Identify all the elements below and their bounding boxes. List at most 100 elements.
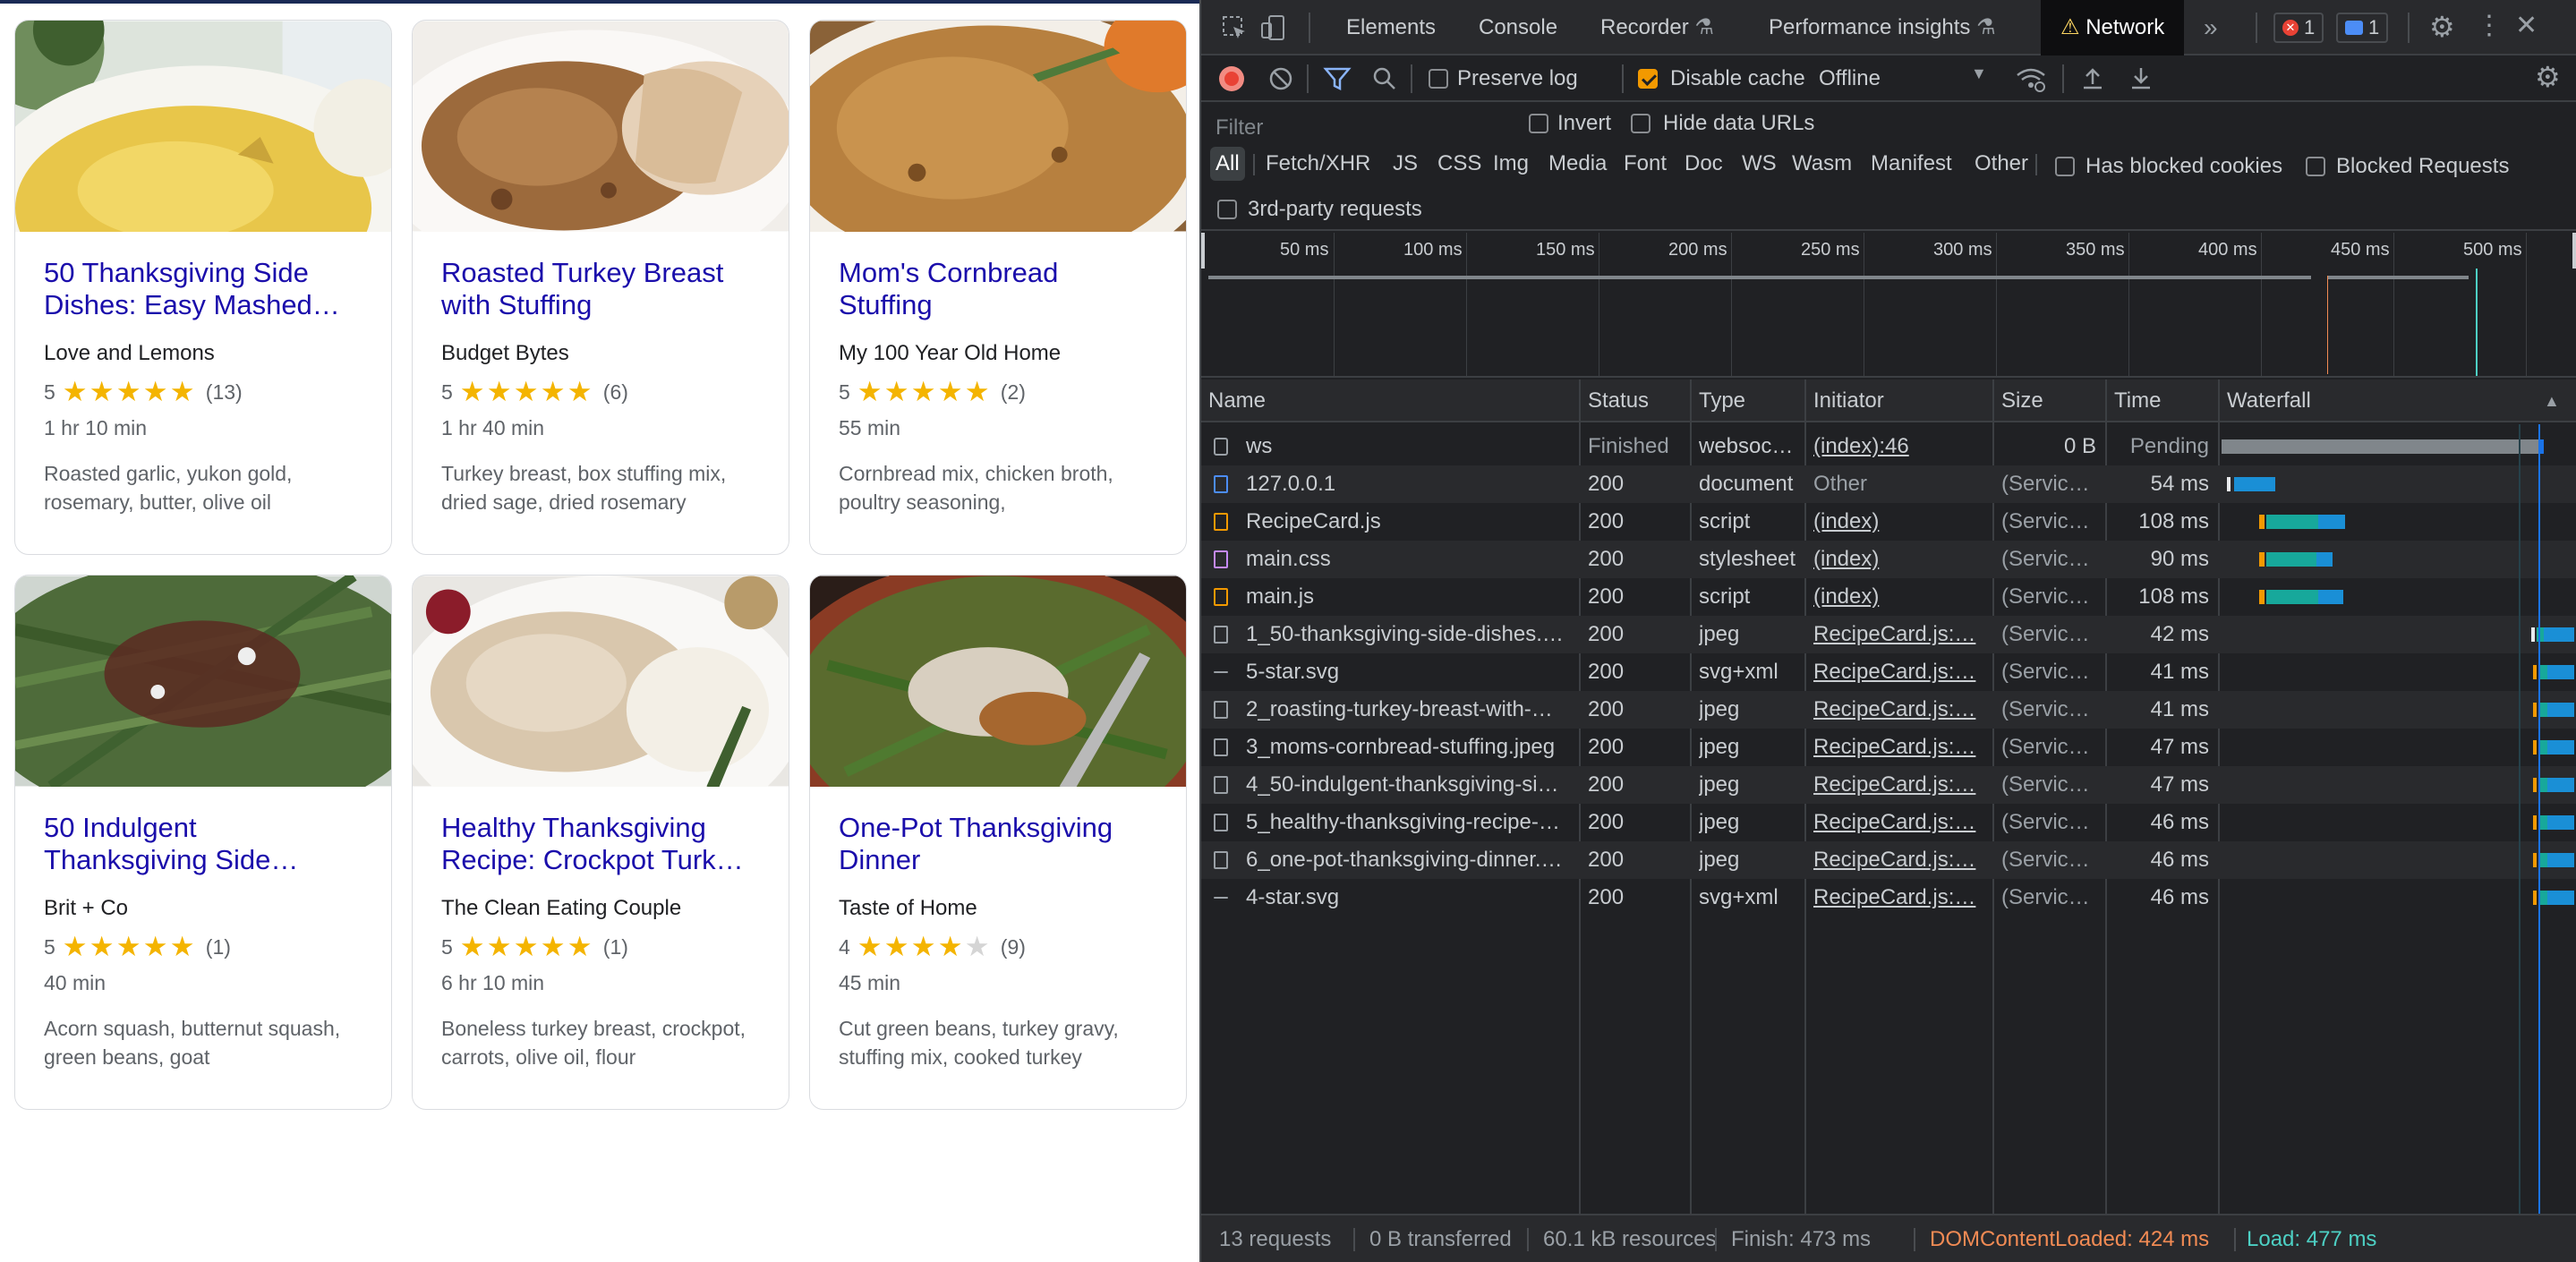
type-filter-doc[interactable]: Doc (1685, 147, 1723, 181)
record-button[interactable] (1219, 66, 1244, 91)
request-initiator-link[interactable]: RecipeCard.js:… (1813, 879, 1985, 917)
tab-network[interactable]: ⚠ Network (2041, 0, 2185, 55)
column-header-size[interactable]: Size (2001, 379, 2043, 422)
tab-elements[interactable]: Elements (1346, 0, 1436, 55)
request-initiator-link[interactable]: RecipeCard.js:… (1813, 729, 1985, 766)
column-header-status[interactable]: Status (1588, 379, 1649, 422)
request-initiator-link[interactable]: RecipeCard.js:… (1813, 653, 1985, 691)
preserve-log-checkbox[interactable] (1429, 69, 1448, 89)
request-initiator-link[interactable]: (index) (1813, 503, 1985, 541)
close-icon[interactable]: ✕ (2515, 13, 2538, 39)
recipe-card[interactable]: One-Pot Thanksgiving Dinner Taste of Hom… (809, 575, 1187, 1110)
star-filled-icon: ★ (857, 376, 883, 407)
filter-input[interactable] (1208, 111, 1513, 145)
request-row[interactable]: ws Finished websoc… (index):46 0 B Pendi… (1201, 428, 2576, 465)
request-initiator-link[interactable]: RecipeCard.js:… (1813, 804, 1985, 841)
third-party-requests-checkbox[interactable] (1217, 200, 1237, 219)
request-row[interactable]: 4_50-indulgent-thanksgiving-si… 200 jpeg… (1201, 766, 2576, 804)
request-row[interactable]: 4-star.svg 200 svg+xml RecipeCard.js:… (… (1201, 879, 2576, 917)
export-har-icon[interactable] (2128, 64, 2154, 91)
recipe-title-link[interactable]: One-Pot Thanksgiving Dinner (839, 812, 1157, 876)
import-har-icon[interactable] (2080, 64, 2105, 91)
request-row[interactable]: 3_moms-cornbread-stuffing.jpeg 200 jpeg … (1201, 729, 2576, 766)
more-tabs-icon[interactable]: » (2204, 0, 2218, 55)
request-row[interactable]: 1_50-thanksgiving-side-dishes.… 200 jpeg… (1201, 616, 2576, 653)
recipe-image-mashed-potatoes[interactable] (15, 21, 391, 232)
blocked-requests-checkbox[interactable] (2306, 157, 2325, 176)
error-count: 1 (2304, 16, 2316, 38)
recipe-title-link[interactable]: 50 Indulgent Thanksgiving Side… (44, 812, 363, 876)
recipe-title-link[interactable]: Mom's Cornbread Stuffing (839, 257, 1157, 321)
type-filter-css[interactable]: CSS (1437, 147, 1481, 181)
type-filter-font[interactable]: Font (1624, 147, 1667, 181)
throttling-value: Offline (1819, 66, 1881, 90)
star-filled-icon: ★ (142, 931, 168, 962)
recipe-image-one-pot-dinner[interactable] (810, 576, 1186, 787)
request-initiator-link[interactable]: RecipeCard.js:… (1813, 841, 1985, 879)
network-overview-timeline[interactable]: 50 ms 100 ms 150 ms 200 ms 250 ms 300 ms… (1201, 233, 2576, 378)
request-row[interactable]: main.js 200 script (index) (Servic… 108 … (1201, 578, 2576, 616)
request-row[interactable]: 2_roasting-turkey-breast-with-… 200 jpeg… (1201, 691, 2576, 729)
recipe-card[interactable]: 50 Thanksgiving Side Dishes: Easy Mashed… (14, 20, 392, 555)
type-filter-wasm[interactable]: Wasm (1792, 147, 1852, 181)
network-conditions-icon[interactable] (2016, 64, 2046, 93)
column-header-type[interactable]: Type (1699, 379, 1745, 422)
type-filter-img[interactable]: Img (1493, 147, 1529, 181)
type-filter-manifest[interactable]: Manifest (1871, 147, 1952, 181)
clear-icon[interactable] (1267, 65, 1294, 92)
column-header-waterfall[interactable]: Waterfall (2227, 379, 2311, 422)
device-toolbar-icon[interactable] (1260, 14, 1287, 41)
recipe-card[interactable]: 50 Indulgent Thanksgiving Side… Brit + C… (14, 575, 392, 1110)
throttling-select[interactable]: Offline ▼ (1819, 61, 1998, 97)
type-filter-other[interactable]: Other (1975, 147, 2028, 181)
type-filter-all[interactable]: All (1210, 147, 1245, 181)
hide-data-urls-checkbox[interactable] (1631, 114, 1651, 133)
request-initiator-link[interactable]: RecipeCard.js:… (1813, 616, 1985, 653)
recipe-title-link[interactable]: 50 Thanksgiving Side Dishes: Easy Mashed… (44, 257, 363, 321)
type-filter-media[interactable]: Media (1548, 147, 1607, 181)
type-filter-fetch-xhr[interactable]: Fetch/XHR (1266, 147, 1370, 181)
request-initiator-link[interactable]: RecipeCard.js:… (1813, 766, 1985, 804)
column-header-time[interactable]: Time (2114, 379, 2161, 422)
invert-checkbox[interactable] (1529, 114, 1548, 133)
tab-performance-insights[interactable]: Performance insights ⚗ (1769, 0, 1996, 55)
recipe-card[interactable]: Healthy Thanksgiving Recipe: Crockpot Tu… (412, 575, 789, 1110)
request-row[interactable]: 127.0.0.1 200 document Other (Servic… 54… (1201, 465, 2576, 503)
network-settings-gear-icon[interactable]: ⚙ (2535, 63, 2561, 91)
request-row[interactable]: 6_one-pot-thanksgiving-dinner.… 200 jpeg… (1201, 841, 2576, 879)
recipe-card[interactable]: Mom's Cornbread Stuffing My 100 Year Old… (809, 20, 1187, 555)
request-row[interactable]: 5-star.svg 200 svg+xml RecipeCard.js:… (… (1201, 653, 2576, 691)
recipe-image-crockpot-turkey[interactable] (413, 576, 789, 787)
message-count-badge[interactable]: 1 (2336, 13, 2389, 43)
settings-gear-icon[interactable]: ⚙ (2429, 13, 2455, 41)
inspect-element-icon[interactable] (1221, 14, 1248, 41)
request-type: websoc… (1699, 434, 1794, 458)
search-icon[interactable] (1371, 65, 1398, 92)
type-filter-js[interactable]: JS (1393, 147, 1418, 181)
overview-range-handle[interactable] (1201, 233, 1205, 269)
tab-recorder[interactable]: Recorder ⚗ (1600, 0, 1714, 55)
overview-range-handle[interactable] (2572, 233, 2576, 269)
request-initiator-link[interactable]: RecipeCard.js:… (1813, 691, 1985, 729)
recipe-image-green-beans[interactable] (15, 576, 391, 787)
request-row[interactable]: 5_healthy-thanksgiving-recipe-… 200 jpeg… (1201, 804, 2576, 841)
disable-cache-checkbox[interactable] (1638, 69, 1658, 89)
recipe-title-link[interactable]: Roasted Turkey Breast with Stuffing (441, 257, 760, 321)
has-blocked-cookies-checkbox[interactable] (2055, 157, 2075, 176)
recipe-image-cornbread-stuffing[interactable] (810, 21, 1186, 232)
filter-icon[interactable] (1323, 65, 1352, 92)
type-filter-ws[interactable]: WS (1742, 147, 1777, 181)
column-header-initiator[interactable]: Initiator (1813, 379, 1884, 422)
more-options-icon[interactable]: ⋮ (2476, 13, 2503, 39)
recipe-title-link[interactable]: Healthy Thanksgiving Recipe: Crockpot Tu… (441, 812, 760, 876)
recipe-image-turkey-breast[interactable] (413, 21, 789, 232)
recipe-card[interactable]: Roasted Turkey Breast with Stuffing Budg… (412, 20, 789, 555)
request-initiator-link[interactable]: (index):46 (1813, 428, 1985, 465)
request-row[interactable]: main.css 200 stylesheet (index) (Servic…… (1201, 541, 2576, 578)
error-count-badge[interactable]: ✕ 1 (2273, 13, 2324, 43)
request-initiator-link[interactable]: (index) (1813, 578, 1985, 616)
request-row[interactable]: RecipeCard.js 200 script (index) (Servic… (1201, 503, 2576, 541)
tab-console[interactable]: Console (1479, 0, 1557, 55)
request-initiator-link[interactable]: (index) (1813, 541, 1985, 578)
column-header-name[interactable]: Name (1208, 379, 1266, 422)
